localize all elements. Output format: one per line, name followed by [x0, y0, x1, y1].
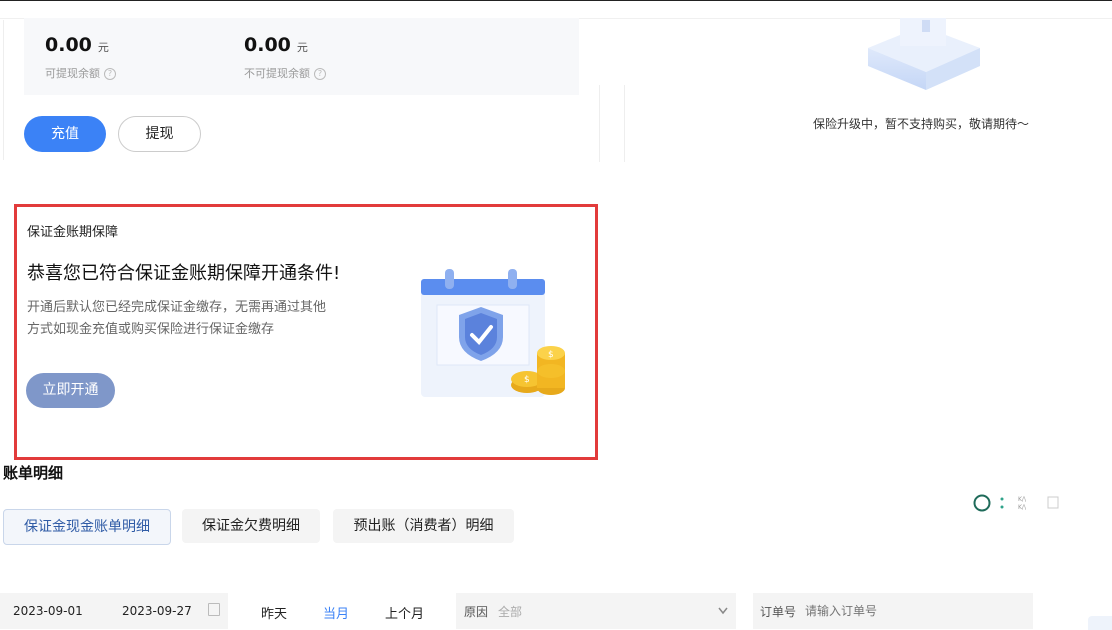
help-icon[interactable]: ? [104, 68, 116, 80]
non-withdrawable-balance: 0.00 元 [244, 34, 308, 56]
quick-this-month[interactable]: 当月 [323, 603, 349, 622]
guarantee-description: 开通后默认您已经完成保证金缴存，无需再通过其他 方式如现金充值或购买保险进行保证… [27, 297, 367, 341]
insurance-illustration [868, 18, 980, 90]
tool-icons: K/\ K/\ [973, 494, 1059, 512]
start-date[interactable]: 2023-09-01 [13, 604, 83, 618]
tab-deposit-arrears[interactable]: 保证金欠费明细 [182, 509, 320, 543]
bill-details-title: 账单明细 [3, 464, 64, 482]
svg-text:$: $ [524, 375, 530, 385]
non-withdrawable-label: 不可提现余额 [244, 67, 310, 80]
insurance-notice: 保险升级中，暂不支持购买，敬请期待～ [813, 117, 1030, 131]
non-withdrawable-unit: 元 [296, 41, 308, 54]
end-date[interactable]: 2023-09-27 [122, 604, 192, 618]
calendar-icon[interactable] [208, 603, 220, 616]
reason-select[interactable]: 原因 全部 [456, 593, 736, 629]
svg-text:$: $ [548, 350, 554, 360]
table-tools: K/\ K/\ [972, 493, 1062, 517]
activate-now-button[interactable]: 立即开通 [26, 373, 115, 408]
deposit-guarantee-card: 保证金账期保障 恭喜您已符合保证金账期保障开通条件! 开通后默认您已经完成保证金… [14, 204, 598, 460]
more-icon[interactable] [1000, 497, 1004, 501]
reason-value[interactable]: 全部 [498, 603, 522, 620]
refresh-icon[interactable] [973, 494, 991, 512]
chevron-down-icon[interactable] [718, 607, 728, 615]
top-border [0, 0, 1112, 1]
withdrawable-unit: 元 [97, 41, 109, 54]
guarantee-desc-line2: 方式如现金充值或购买保险进行保证金缴存 [27, 322, 275, 337]
recharge-button[interactable]: 充值 [24, 116, 106, 152]
guarantee-section-title: 保证金账期保障 [27, 225, 119, 240]
help-icon[interactable]: ? [314, 68, 326, 80]
reason-label: 原因 [464, 605, 489, 619]
calendar-shield-icon: $ $ [421, 269, 565, 397]
withdrawable-balance: 0.00 元 [45, 34, 109, 56]
guarantee-desc-line1: 开通后默认您已经完成保证金缴存，无需再通过其他 [27, 300, 327, 315]
panel-divider [624, 85, 625, 162]
mid-divider [599, 85, 600, 162]
non-withdrawable-amount: 0.00 [244, 34, 291, 56]
tab-deposit-cash-bill[interactable]: 保证金现金账单明细 [3, 509, 171, 545]
date-range-picker[interactable]: 2023-09-01 2023-09-27 [0, 593, 228, 629]
order-number-filter: 订单号 [753, 593, 1033, 629]
export-icon[interactable] [1047, 496, 1059, 509]
quick-last-month[interactable]: 上个月 [385, 603, 424, 622]
order-number-label: 订单号 [760, 605, 797, 619]
non-withdrawable-label-row: 不可提现余额? [244, 65, 326, 81]
balance-card: 0.00 元 可提现余额? 0.00 元 不可提现余额? [24, 18, 579, 95]
svg-text:K/\: K/\ [1018, 504, 1027, 511]
guarantee-heading: 恭喜您已符合保证金账期保障开通条件! [27, 263, 341, 284]
withdrawable-label: 可提现余额 [45, 67, 100, 80]
tab-pre-billing[interactable]: 预出账（消费者）明细 [333, 509, 514, 543]
withdrawable-amount: 0.00 [45, 34, 92, 56]
order-number-input[interactable] [803, 601, 1027, 621]
expand-icon[interactable]: K/\ [1018, 496, 1027, 503]
float-helper-icon[interactable] [1088, 616, 1112, 630]
quick-yesterday[interactable]: 昨天 [261, 603, 287, 622]
left-divider [3, 20, 4, 160]
withdrawable-label-row: 可提现余额? [45, 65, 116, 81]
withdraw-button[interactable]: 提现 [118, 116, 201, 152]
